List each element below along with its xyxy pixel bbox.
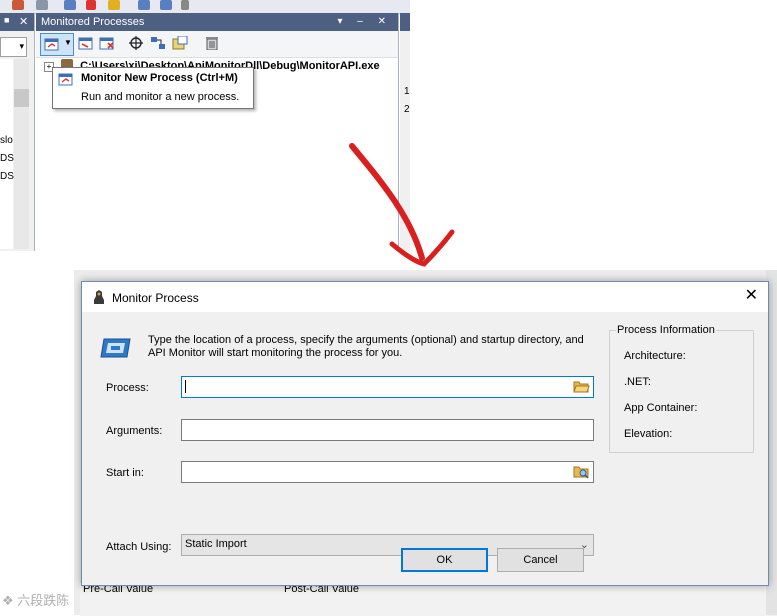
arguments-label: Arguments:: [106, 425, 163, 437]
start-in-label: Start in:: [106, 467, 144, 479]
app-container-label: App Container:: [624, 402, 698, 414]
monitored-processes-header: Monitored Processes ▾ – ✕: [36, 13, 398, 31]
toolbar-delete-icon[interactable]: [86, 0, 96, 10]
watermark: ❖ 六段跌陈: [2, 590, 69, 609]
toolbar-tool-icon[interactable]: [36, 0, 48, 10]
toolbar-shield-icon[interactable]: [108, 0, 120, 10]
ok-button[interactable]: OK: [401, 548, 488, 572]
dialog-titlebar[interactable]: Monitor Process ✕: [82, 282, 768, 312]
watermark-logo-icon: ❖: [2, 593, 14, 608]
monitor-new-process-icon: [44, 38, 59, 51]
start-in-input[interactable]: [181, 461, 594, 483]
text-caret: [185, 380, 186, 393]
toolbar-overflow-icon[interactable]: [181, 0, 189, 10]
options-icon[interactable]: [172, 36, 188, 50]
chevron-down-icon[interactable]: ▼: [64, 38, 72, 47]
architecture-label: Architecture:: [624, 350, 686, 362]
dialog-title: Monitor Process: [112, 291, 199, 305]
call-value-header: [80, 581, 777, 616]
right-pane-number: 2: [404, 104, 410, 115]
top-toolbar-strip: [0, 0, 410, 14]
monitor-new-process-tooltip: Monitor New Process (Ctrl+M) Run and mon…: [52, 67, 254, 109]
elevation-label: Elevation:: [624, 428, 673, 440]
app-icon: [94, 290, 104, 304]
attach-process-icon[interactable]: [78, 36, 94, 50]
window-monitor-icon: [100, 338, 131, 358]
left-item: slo: [0, 135, 13, 146]
left-item: DS: [0, 171, 14, 182]
left-pane-combo[interactable]: ▾: [0, 37, 27, 57]
arguments-input[interactable]: [181, 419, 594, 441]
dialog-instructions: Type the location of a process, specify …: [148, 334, 608, 360]
crosshair-icon[interactable]: [128, 36, 144, 50]
monitor-process-dialog: Monitor Process ✕ Type the location of a…: [81, 281, 769, 586]
left-pane-header: ■ ✕: [0, 13, 34, 31]
hook-service-icon[interactable]: [150, 36, 166, 50]
tooltip-title: Monitor New Process (Ctrl+M): [81, 72, 238, 84]
process-label: Process:: [106, 382, 149, 394]
dialog-body: Type the location of a process, specify …: [82, 312, 768, 585]
left-pane-scrollbar[interactable]: [14, 59, 29, 249]
dotnet-label: .NET:: [624, 376, 651, 388]
left-item: DS: [0, 153, 14, 164]
left-pane: ■ ✕ ▾ slo DS DS: [0, 13, 35, 251]
toolbar-tool-icon[interactable]: [12, 0, 24, 10]
chevron-down-icon: ▾: [19, 41, 24, 51]
cancel-button[interactable]: Cancel: [497, 548, 584, 572]
toolbar-window-icon[interactable]: [138, 0, 150, 10]
folder-open-icon[interactable]: [573, 379, 590, 394]
attach-using-label: Attach Using:: [106, 541, 172, 553]
process-input[interactable]: [181, 376, 594, 398]
monitor-new-process-button[interactable]: ▼: [40, 33, 74, 56]
detach-process-icon[interactable]: [99, 36, 115, 50]
watermark-text: 六段跌陈: [17, 593, 70, 608]
attach-using-value: Static Import: [185, 538, 247, 550]
pin-icon: ■: [4, 15, 10, 25]
instructions-line-2: API Monitor will start monitoring the pr…: [148, 347, 403, 359]
tooltip-description: Run and monitor a new process.: [81, 91, 240, 103]
right-pane-header: [400, 13, 410, 31]
left-pane-close-icon[interactable]: ✕: [19, 15, 28, 28]
close-icon[interactable]: ✕: [745, 287, 758, 305]
process-toolbar: ▼: [36, 31, 398, 58]
toolbar-find-icon[interactable]: [160, 0, 172, 10]
process-information-title: Process Information: [616, 324, 716, 336]
browse-folder-icon[interactable]: [573, 464, 590, 479]
red-arrow-annotation: [349, 143, 455, 267]
left-pane-scroll-thumb[interactable]: [14, 89, 29, 107]
pane-controls[interactable]: ▾ – ✕: [337, 13, 392, 31]
instructions-line-1: Type the location of a process, specify …: [148, 334, 584, 346]
pane-title: Monitored Processes: [41, 16, 145, 28]
trash-icon[interactable]: [204, 36, 220, 50]
monitor-new-process-icon: [58, 73, 73, 86]
right-pane-number: 1: [404, 86, 410, 97]
toolbar-save-icon[interactable]: [64, 0, 76, 10]
